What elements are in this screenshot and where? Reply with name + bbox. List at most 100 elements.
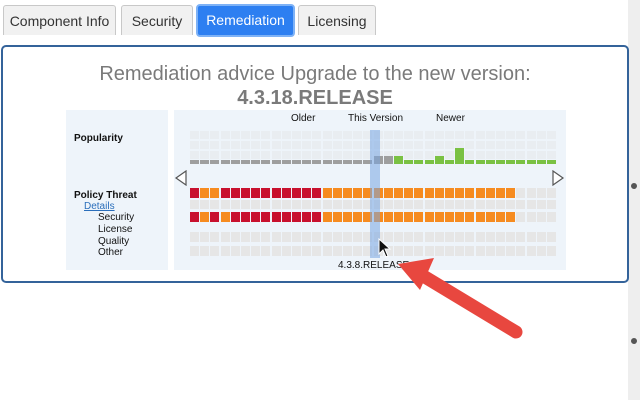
other-cell [210, 246, 220, 256]
quality-cell [496, 232, 505, 242]
grid-background-cell [220, 141, 230, 149]
quality-cell [526, 232, 536, 242]
grid-background-cell [506, 151, 516, 159]
security-cell [230, 188, 240, 198]
grid-background-cell [230, 151, 240, 159]
license-cell [281, 212, 291, 222]
grid-background-cell [404, 131, 414, 139]
right-edge-panel [628, 0, 640, 400]
grid-background-cell [455, 131, 465, 139]
grid-background-cell [394, 131, 403, 139]
grid-background-cell [332, 151, 342, 159]
newer-label: Newer [436, 113, 465, 124]
grid-background-cell [343, 151, 352, 159]
popularity-bar [343, 160, 352, 164]
tab-remediation[interactable]: Remediation [196, 4, 295, 37]
other-row-label: Other [98, 247, 124, 258]
license-cell [465, 212, 475, 222]
grid-background-cell [281, 131, 291, 139]
spacer-cell [404, 200, 414, 209]
grid-background-cell [414, 131, 424, 139]
grid-background-cell [312, 141, 322, 149]
security-cell [312, 188, 322, 198]
security-cell [281, 188, 291, 198]
security-cell [394, 188, 403, 198]
popularity-bar [241, 160, 250, 164]
tab-security[interactable]: Security [121, 5, 193, 35]
grid-background-cell [526, 131, 536, 139]
security-cell [251, 188, 261, 198]
grid-background-cell [496, 131, 505, 139]
other-cell [312, 246, 322, 256]
security-cell [475, 188, 485, 198]
tab-licensing[interactable]: Licensing [298, 5, 376, 35]
grid-background-cell [547, 141, 556, 149]
spacer-cell [526, 200, 536, 209]
grid-background-cell [210, 151, 220, 159]
spacer-cell [312, 200, 322, 209]
scroll-left-icon[interactable] [174, 170, 188, 186]
grid-background-cell [302, 141, 312, 149]
grid-background-cell [190, 141, 199, 149]
grid-background-cell [261, 141, 271, 149]
license-cell [455, 212, 465, 222]
other-cell [302, 246, 312, 256]
bullet-icon [631, 338, 637, 344]
other-cell [292, 246, 301, 256]
grid-background-cell [271, 141, 281, 149]
grid-background-cell [220, 131, 230, 139]
details-link[interactable]: Details [84, 201, 115, 212]
popularity-bar [485, 160, 495, 164]
bullet-icon [631, 183, 637, 189]
spacer-cell [475, 200, 485, 209]
popularity-bar [292, 160, 301, 164]
license-cell [241, 212, 250, 222]
grid-background-cell [200, 141, 210, 149]
quality-cell [230, 232, 240, 242]
grid-background-cell [424, 141, 434, 149]
quality-cell [261, 232, 271, 242]
grid-background-cell [536, 131, 546, 139]
license-cell [251, 212, 261, 222]
quality-cell [455, 232, 465, 242]
popularity-bar [261, 160, 271, 164]
popularity-bar [281, 160, 291, 164]
grid-background-cell [485, 151, 495, 159]
grid-background-cell [292, 131, 301, 139]
security-cell [485, 188, 495, 198]
security-cell [404, 188, 414, 198]
spacer-cell [271, 200, 281, 209]
spacer-cell [353, 200, 363, 209]
popularity-bar [302, 160, 312, 164]
license-cell [210, 212, 220, 222]
other-cell [241, 246, 250, 256]
grid-background-cell [465, 141, 475, 149]
security-cell [434, 188, 444, 198]
grid-background-cell [516, 141, 526, 149]
spacer-cell [322, 200, 332, 209]
spacer-cell [547, 200, 556, 209]
security-cell [455, 188, 465, 198]
license-cell [485, 212, 495, 222]
scroll-right-icon[interactable] [551, 170, 565, 186]
tab-component-info[interactable]: Component Info [3, 5, 116, 35]
grid-background-cell [434, 131, 444, 139]
security-cell [526, 188, 536, 198]
license-cell [271, 212, 281, 222]
popularity-label: Popularity [74, 133, 123, 144]
other-cell [190, 246, 199, 256]
quality-row-label: Quality [98, 236, 130, 247]
security-cell [506, 188, 516, 198]
quality-cell [210, 232, 220, 242]
popularity-bar [414, 160, 424, 164]
popularity-bar [200, 160, 210, 164]
grid-background-cell [281, 151, 291, 159]
grid-background-cell [302, 151, 312, 159]
spacer-cell [506, 200, 516, 209]
grid-background-cell [353, 131, 363, 139]
annotation-arrow-icon [398, 258, 523, 339]
quality-cell [465, 232, 475, 242]
grid-background-cell [261, 131, 271, 139]
spacer-cell [251, 200, 261, 209]
popularity-bar [220, 160, 230, 164]
